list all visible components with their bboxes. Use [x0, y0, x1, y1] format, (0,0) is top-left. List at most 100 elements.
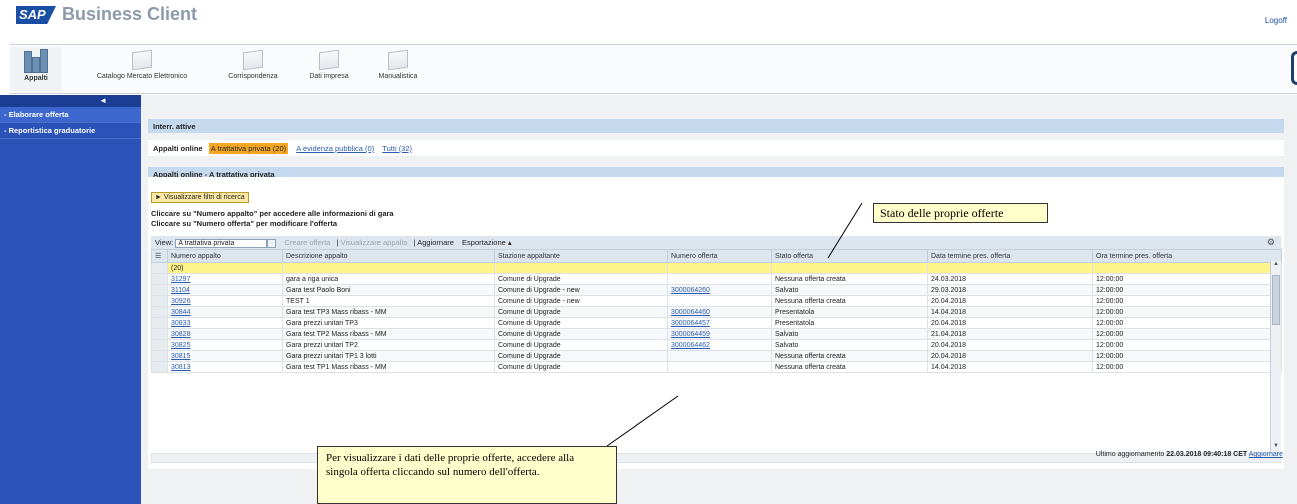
app-header: SAP Business Client Logoff — [0, 0, 1297, 44]
cell-numero-offerta: 3000064460 — [667, 306, 772, 318]
tender-number-link[interactable]: 30813 — [171, 364, 190, 371]
table-row[interactable]: 30828 Gara test TP2 Mass ribass - MM Comun… — [151, 328, 1282, 340]
query-group-label: Appalti online — [153, 144, 203, 153]
cell-ora-termine: 12:00:00 — [1092, 273, 1282, 285]
chevron-left-icon: ◄ — [99, 96, 107, 105]
last-update-label: Ultimo aggiornamento — [1095, 451, 1165, 458]
table-row[interactable]: 30825 Gara prezzi unitari TP2 Comune di Up… — [151, 339, 1282, 351]
row-selector[interactable] — [151, 262, 168, 274]
row-selector[interactable] — [151, 306, 168, 318]
row-selector[interactable] — [151, 350, 168, 362]
nav-item-dati-impresa[interactable]: Dati impresa — [298, 47, 360, 91]
cell-descrizione: Gara test TP3 Mass ribass - MM — [282, 306, 495, 318]
create-offer-button[interactable]: Creare offerta — [284, 238, 330, 247]
view-label: View: — [155, 238, 174, 247]
cell-numero-offerta — [667, 361, 772, 373]
offer-number-link[interactable]: 3000064462 — [671, 342, 710, 349]
cell-stazione: Comune di Upgrade — [494, 350, 668, 362]
tender-number-link[interactable]: 30833 — [171, 320, 190, 327]
sidebar-item-reportistica[interactable]: - Reportistica graduatorie — [0, 123, 141, 139]
row-selector[interactable] — [151, 317, 168, 329]
col-descrizione[interactable]: Descrizione appalto — [282, 249, 495, 263]
cell-stato: Presentatola — [771, 317, 928, 329]
scroll-thumb[interactable] — [1272, 275, 1280, 325]
table-row[interactable]: 31297 gara a riga unica Comune di Upgrade N… — [151, 273, 1282, 285]
cell-stato: Nessuna offerta creata — [771, 361, 928, 373]
nav-item-appalti[interactable]: Appalti — [10, 47, 62, 91]
cell-data-termine: 14.04.2018 — [927, 306, 1093, 318]
cell-data-termine: 29.03.2018 — [927, 284, 1093, 296]
cell-ora-termine: 12:00:00 — [1092, 306, 1282, 318]
app-title: Business Client — [62, 4, 198, 24]
cell-stazione: Comune di Upgrade - new — [494, 284, 668, 296]
table-row[interactable]: 30844 Gara test TP3 Mass ribass - MM Comun… — [151, 306, 1282, 318]
offer-number-link[interactable]: 3000064260 — [671, 287, 710, 294]
cell-stato: Salvato — [771, 339, 928, 351]
cell-data-termine: 14.04.2018 — [927, 361, 1093, 373]
side-panel-handle[interactable] — [1291, 51, 1297, 85]
last-update: Ultimo aggiornamento 22.03.2018 09:40:18… — [1096, 451, 1283, 458]
logoff-link[interactable]: Logoff — [1265, 16, 1287, 25]
offer-number-link[interactable]: 3000064457 — [671, 320, 710, 327]
col-ora-termine[interactable]: Ora termine pres. offerta — [1092, 249, 1282, 263]
nav-item-corrispondenza[interactable]: Corrispondenza — [214, 47, 292, 91]
cell-numero-appalto: 31104 — [167, 284, 283, 296]
export-button[interactable]: Esportazione ▴ — [462, 238, 512, 247]
row-selector[interactable] — [151, 295, 168, 307]
col-stazione[interactable]: Stazione appaltante — [494, 249, 668, 263]
grid-scrollbar[interactable]: ▲ ▼ — [1270, 261, 1281, 453]
tender-number-link[interactable]: 31104 — [171, 287, 190, 294]
table-row[interactable]: 30833 Gara prezzi unitari TP3 Comune di Up… — [151, 317, 1282, 329]
row-selector[interactable] — [151, 273, 168, 285]
row-selector[interactable] — [151, 284, 168, 296]
tab-evidenza-pubblica[interactable]: A evidenza pubblica (0) — [296, 144, 374, 153]
show-tender-button[interactable]: Visualizzare appalto — [341, 238, 408, 247]
tender-number-link[interactable]: 30844 — [171, 309, 190, 316]
cell-numero-appalto: 30844 — [167, 306, 283, 318]
row-selector[interactable] — [151, 328, 168, 340]
offer-number-link[interactable]: 3000064460 — [671, 309, 710, 316]
col-data-termine[interactable]: Data termine pres. offerta — [927, 249, 1093, 263]
nav-item-catalogo[interactable]: Catalogo Mercato Elettronico — [86, 47, 198, 91]
refresh-button[interactable]: Aggiornare — [417, 238, 454, 247]
cell-data-termine: 20.04.2018 — [927, 339, 1093, 351]
row-selector[interactable] — [151, 361, 168, 373]
view-select[interactable]: A trattativa privata — [175, 238, 268, 248]
cell-stato: Salvato — [771, 328, 928, 340]
table-row[interactable]: 31104 Gara test Paolo Boni Comune di Upgra… — [151, 284, 1282, 296]
query-tabs: Appalti online A trattativa privata (20)… — [148, 140, 1284, 156]
folder-icon — [132, 49, 152, 71]
offer-number-link[interactable]: 3000064459 — [671, 331, 710, 338]
table-row[interactable]: 30815 Gara prezzi unitari TP1 3 lotti Comu… — [151, 350, 1282, 362]
grid-toolbar: View: A trattativa privata Creare offert… — [151, 236, 1281, 249]
cell-stazione: Comune di Upgrade — [494, 273, 668, 285]
collapse-button[interactable]: ◄ — [0, 95, 141, 107]
cell-data-termine: 20.04.2018 — [927, 350, 1093, 362]
col-numero-appalto[interactable]: Numero appalto — [167, 249, 283, 263]
select-all-icon[interactable]: ☰ — [151, 249, 168, 263]
scroll-up-icon[interactable]: ▲ — [1271, 261, 1281, 271]
table-row[interactable]: 30813 Gara test TP1 Mass ribass - MM Comun… — [151, 361, 1282, 373]
tab-trattativa-privata[interactable]: A trattativa privata (20) — [208, 143, 289, 154]
tender-number-link[interactable]: 30926 — [171, 298, 190, 305]
show-filters-button[interactable]: ► Visualizzare filtri di ricerca — [151, 192, 249, 203]
cell-descrizione: Gara prezzi unitari TP1 3 lotti — [282, 350, 495, 362]
table-row[interactable]: 30926 TEST 1 Comune di Upgrade - new Nessun… — [151, 295, 1282, 307]
tender-number-link[interactable]: 30825 — [171, 342, 190, 349]
personalize-icon[interactable]: ⚙ — [1267, 237, 1275, 248]
cell-stazione: Comune di Upgrade — [494, 306, 668, 318]
folder-icon — [319, 49, 339, 71]
tender-number-link[interactable]: 30815 — [171, 353, 190, 360]
tender-number-link[interactable]: 31297 — [171, 276, 190, 283]
row-selector[interactable] — [151, 339, 168, 351]
tender-number-link[interactable]: 30828 — [171, 331, 190, 338]
refresh-link[interactable]: Aggiornare — [1249, 451, 1283, 458]
sidebar-item-elaborare-offerta[interactable]: - Elaborare offerta — [0, 107, 141, 123]
nav-item-manualistica[interactable]: Manualistica — [366, 47, 430, 91]
col-numero-offerta[interactable]: Numero offerta — [667, 249, 772, 263]
col-stato[interactable]: Stato offerta — [771, 249, 928, 263]
chevron-down-icon[interactable] — [267, 238, 277, 248]
cell-descrizione: Gara test TP1 Mass ribass - MM — [282, 361, 495, 373]
tab-tutti[interactable]: Tutti (32) — [382, 144, 412, 153]
cell-data-termine: 20.04.2018 — [927, 295, 1093, 307]
